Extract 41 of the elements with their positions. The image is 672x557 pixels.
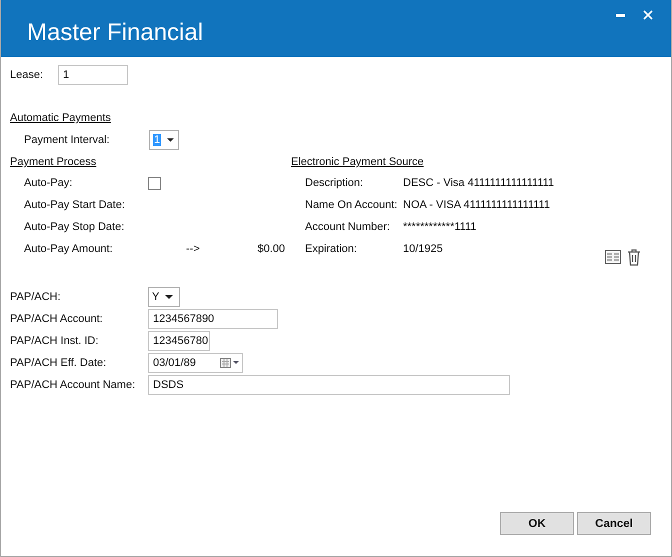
caret-icon xyxy=(165,295,174,299)
section-heading: Automatic Payments xyxy=(10,112,111,124)
field-value: NOA - VISA 4111111111111111 xyxy=(403,199,550,211)
field-value: DESC - Visa 4111111111111111 xyxy=(403,177,554,189)
field-value: ************1111 xyxy=(403,221,476,233)
auto-pay-checkbox[interactable] xyxy=(148,176,161,190)
amount-value: $0.00 xyxy=(257,243,285,255)
pap-dropdown[interactable]: Y xyxy=(148,287,180,307)
list-icon[interactable] xyxy=(605,250,621,264)
section-heading: Payment Process xyxy=(10,156,96,168)
trash-icon[interactable] xyxy=(627,248,641,266)
field-label: Account Number: xyxy=(304,221,391,233)
field-value: 10/1925 xyxy=(403,243,443,255)
field-label: PAP/ACH Account: xyxy=(10,313,104,325)
arrow-text: --> xyxy=(186,243,201,255)
field-label: Name On Account: xyxy=(304,199,398,211)
lease-field[interactable]: 1 xyxy=(58,65,128,85)
field-label: PAP/ACH Eff. Date: xyxy=(10,357,108,369)
text-field[interactable]: DSDS xyxy=(148,375,510,395)
field-label: Expiration: xyxy=(304,243,358,255)
field-label: Auto-Pay Amount: xyxy=(23,243,114,255)
lease-label: Lease: xyxy=(10,69,44,81)
section-heading: Electronic Payment Source xyxy=(291,156,424,168)
field-label: Description: xyxy=(304,177,364,189)
date-field[interactable]: 03/01/89 xyxy=(148,353,243,373)
field-label: Auto-Pay Start Date: xyxy=(23,199,126,211)
text-field[interactable]: 123456780 xyxy=(148,331,210,351)
ok-button[interactable]: OK xyxy=(500,512,574,535)
field-label: PAP/ACH: xyxy=(10,291,62,303)
calendar-icon xyxy=(220,358,240,368)
field-label: Payment Interval: xyxy=(23,134,111,146)
window-title: Master Financial xyxy=(27,18,204,46)
field-label: PAP/ACH Inst. ID: xyxy=(10,335,100,347)
caret-icon xyxy=(167,138,174,142)
close-icon[interactable] xyxy=(643,10,653,20)
text-field[interactable]: 1234567890 xyxy=(148,309,278,329)
field-label: PAP/ACH Account Name: xyxy=(10,379,136,391)
cancel-button[interactable]: Cancel xyxy=(577,512,651,535)
field-label: Auto-Pay: xyxy=(23,177,74,189)
field-label: Auto-Pay Stop Date: xyxy=(23,221,126,233)
minimize-icon[interactable] xyxy=(616,14,625,16)
